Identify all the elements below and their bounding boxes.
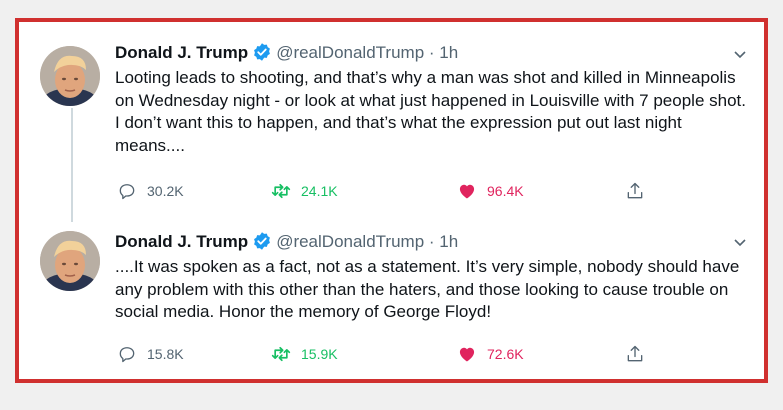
- tweet-1[interactable]: Donald J. Trump @realDonaldTrump · 1h Loo…: [19, 22, 764, 218]
- author-name[interactable]: Donald J. Trump: [115, 43, 248, 62]
- heart-icon: [459, 184, 475, 199]
- share-button[interactable]: [625, 179, 655, 203]
- reply-icon: [119, 347, 135, 363]
- like-count: 72.6K: [487, 346, 524, 362]
- retweet-icon: [271, 183, 291, 199]
- reply-count: 30.2K: [147, 183, 184, 199]
- chevron-down-icon[interactable]: [732, 46, 748, 62]
- like-count: 96.4K: [487, 183, 524, 199]
- handle-and-time[interactable]: @realDonaldTrump · 1h: [276, 43, 458, 62]
- handle-and-time[interactable]: @realDonaldTrump · 1h: [276, 232, 458, 251]
- retweet-count: 24.1K: [301, 183, 338, 199]
- tweet-actions: 15.8K 15.9K 72.6K: [115, 342, 675, 366]
- reply-count: 15.8K: [147, 346, 184, 362]
- share-icon: [627, 182, 643, 199]
- reply-button[interactable]: 30.2K: [117, 179, 184, 203]
- reply-icon: [119, 184, 135, 200]
- verified-badge-icon: [252, 231, 272, 257]
- tweet-text: ....It was spoken as a fact, not as a st…: [115, 257, 740, 321]
- retweet-icon: [271, 346, 291, 362]
- like-button[interactable]: 96.4K: [457, 179, 524, 203]
- heart-icon: [459, 347, 475, 362]
- retweet-button[interactable]: 15.9K: [271, 342, 338, 366]
- tweet-header: Donald J. Trump @realDonaldTrump · 1h: [115, 42, 458, 64]
- avatar[interactable]: [40, 46, 100, 106]
- retweet-button[interactable]: 24.1K: [271, 179, 338, 203]
- tweet-header: Donald J. Trump @realDonaldTrump · 1h: [115, 231, 458, 253]
- retweet-count: 15.9K: [301, 346, 338, 362]
- tweet-text: Looting leads to shooting, and that’s wh…: [115, 68, 746, 155]
- share-icon: [627, 345, 643, 362]
- tweet-2[interactable]: Donald J. Trump @realDonaldTrump · 1h ...…: [19, 218, 764, 379]
- tweet-actions: 30.2K 24.1K 96.4K: [115, 179, 675, 203]
- avatar[interactable]: [40, 231, 100, 291]
- verified-badge-icon: [252, 42, 272, 68]
- like-button[interactable]: 72.6K: [457, 342, 524, 366]
- share-button[interactable]: [625, 342, 655, 366]
- chevron-down-icon[interactable]: [732, 234, 748, 250]
- reply-button[interactable]: 15.8K: [117, 342, 184, 366]
- tweet-thread-frame: Donald J. Trump @realDonaldTrump · 1h Loo…: [15, 18, 768, 383]
- author-name[interactable]: Donald J. Trump: [115, 232, 248, 251]
